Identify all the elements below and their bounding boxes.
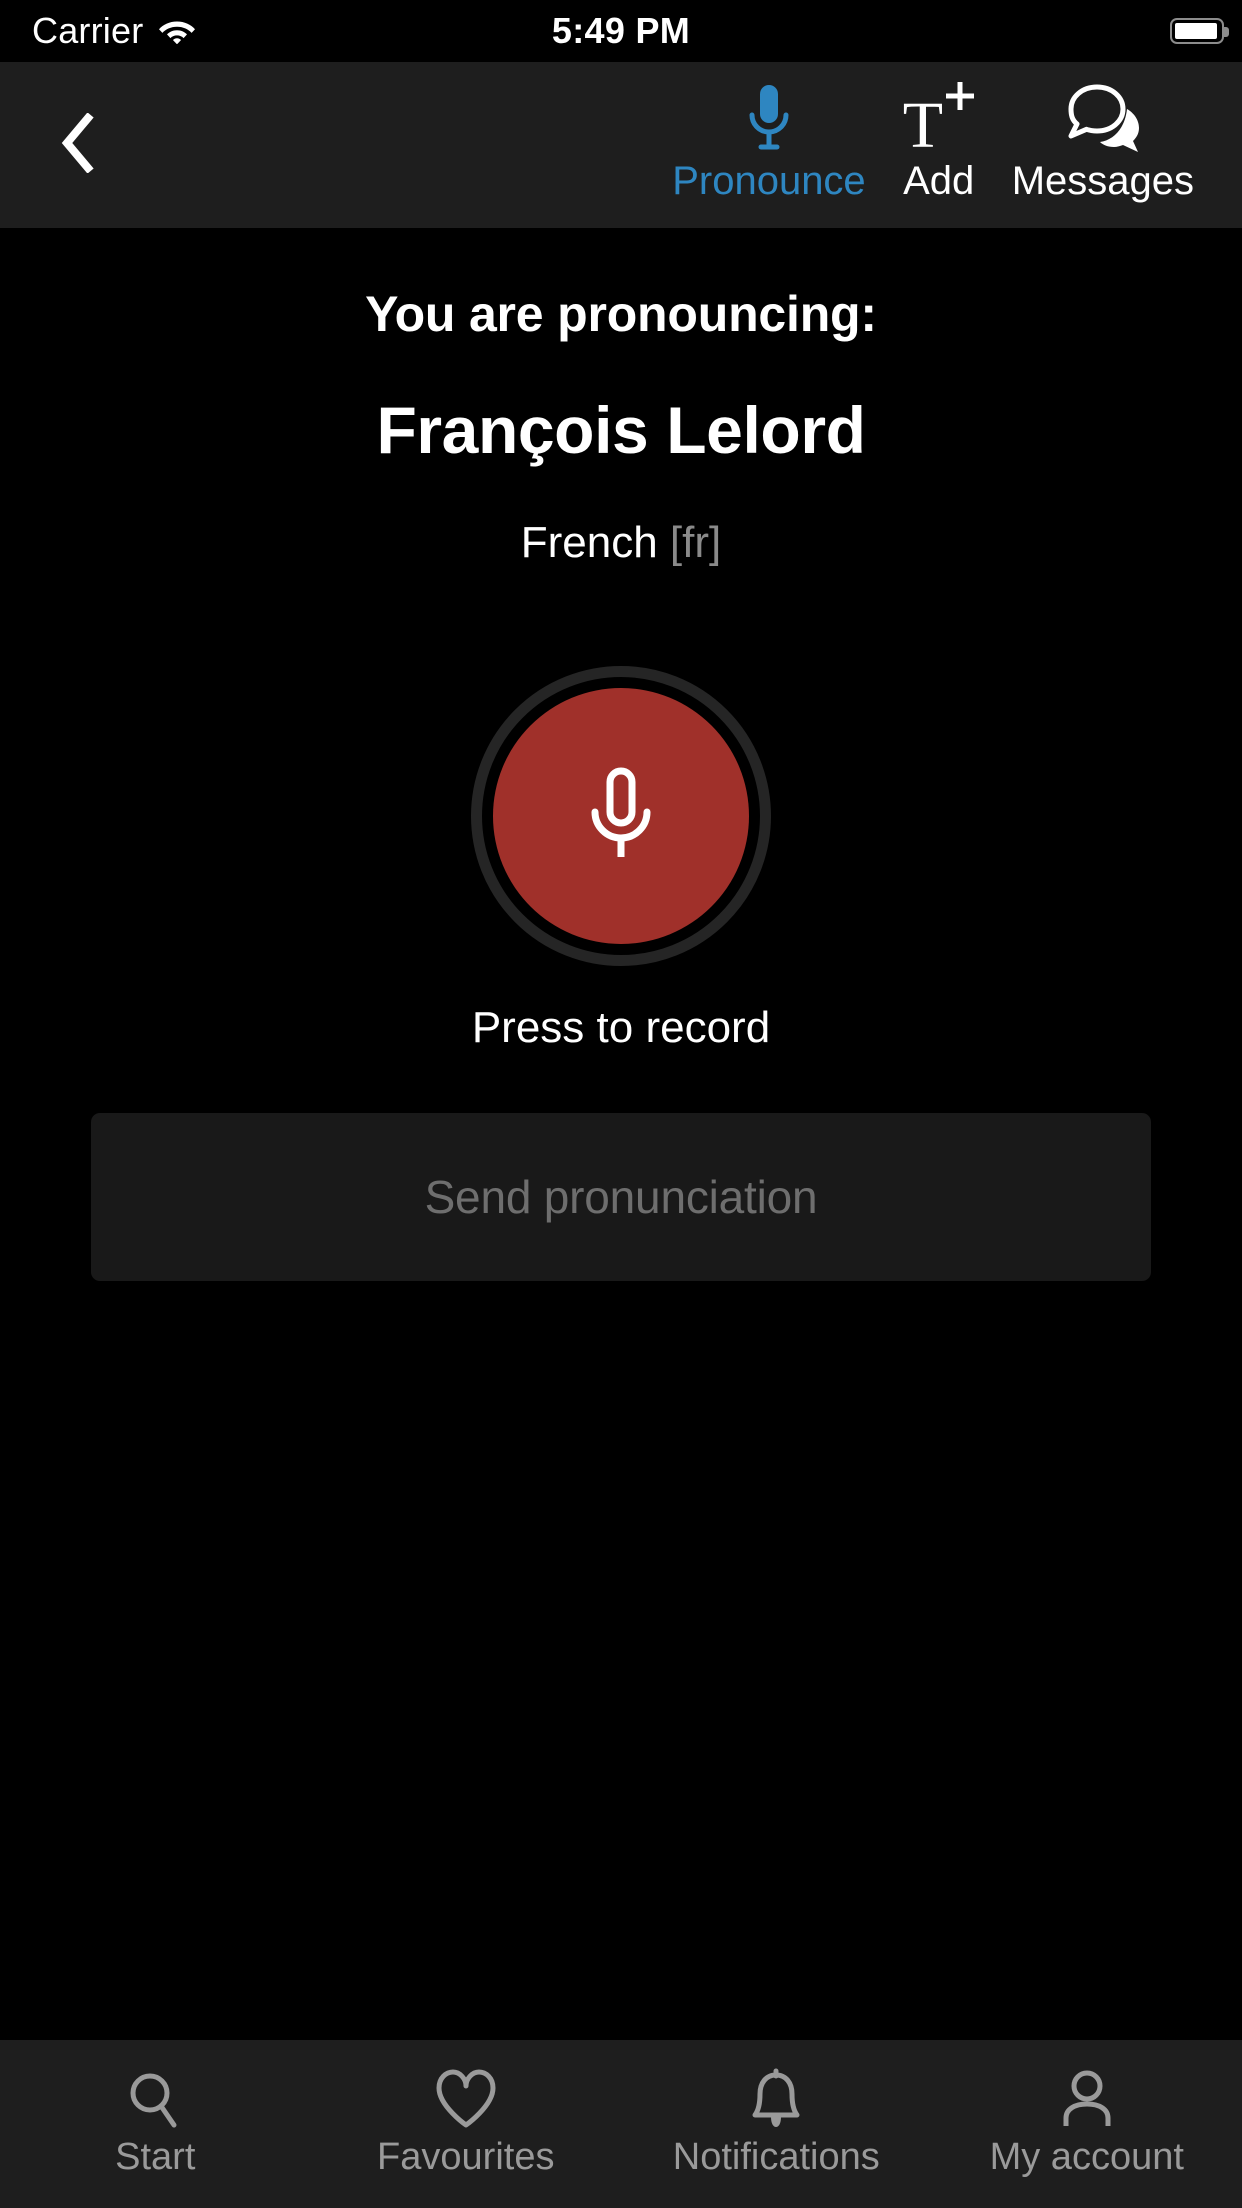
carrier-label: Carrier (32, 10, 144, 51)
send-pronunciation-label: Send pronunciation (424, 1171, 818, 1223)
bell-icon (747, 2066, 805, 2132)
record-hint-label: Press to record (471, 1003, 771, 1052)
tab-item-favourites[interactable]: Favourites (311, 2040, 622, 2208)
status-bar: Carrier 5:49 PM (0, 0, 1242, 62)
tab-bar: Start Favourites Notifications My accoun… (0, 2040, 1242, 2208)
status-bar-left: Carrier (32, 0, 197, 62)
nav-action-label: Messages (1011, 159, 1194, 203)
tab-item-label: My account (989, 2136, 1184, 2178)
person-icon (1057, 2066, 1117, 2132)
microphone-icon (745, 80, 793, 158)
nav-action-label: Add (903, 159, 975, 203)
chevron-left-icon (60, 111, 94, 178)
tab-item-label: Notifications (672, 2136, 880, 2178)
search-icon (124, 2066, 186, 2132)
nav-actions: Pronounce T Add Messages (658, 62, 1208, 228)
text-plus-icon: T (902, 82, 974, 162)
heart-icon (433, 2066, 499, 2132)
clock-label: 5:49 PM (551, 10, 691, 51)
send-pronunciation-button[interactable]: Send pronunciation (91, 1113, 1151, 1281)
page-title: You are pronouncing: (365, 286, 877, 342)
tab-item-notifications[interactable]: Notifications (621, 2040, 932, 2208)
status-bar-right (1170, 0, 1229, 62)
battery-nub (1224, 27, 1229, 37)
nav-bar: Pronounce T Add Messages (0, 62, 1242, 228)
entry-language: French [fr] (0, 518, 1242, 568)
battery-icon (1170, 18, 1229, 44)
nav-action-pronounce[interactable]: Pronounce (658, 62, 879, 204)
tab-item-label: Favourites (377, 2136, 555, 2178)
battery-fill (1174, 22, 1217, 39)
tab-item-label: Start (115, 2136, 196, 2178)
language-code-label: [fr] (669, 518, 722, 567)
wifi-icon (157, 14, 197, 49)
nav-action-messages[interactable]: Messages (998, 62, 1208, 204)
tab-item-start[interactable]: Start (0, 2040, 311, 2208)
nav-action-label: Pronounce (672, 159, 866, 203)
back-button[interactable] (22, 62, 132, 228)
record-button[interactable] (471, 666, 771, 966)
entry-name: François Lelord (376, 393, 866, 467)
language-label: French (520, 518, 658, 567)
microphone-icon (579, 765, 663, 868)
app-screen: Carrier 5:49 PM Pronounce T Add Messages… (0, 0, 1242, 2208)
speech-bubbles-icon (1060, 80, 1146, 158)
record-button-inner (493, 688, 749, 944)
tab-item-my-account[interactable]: My account (932, 2040, 1242, 2208)
nav-action-add[interactable]: T Add (880, 62, 998, 204)
main-content: You are pronouncing: François Lelord Fre… (0, 228, 1242, 2040)
